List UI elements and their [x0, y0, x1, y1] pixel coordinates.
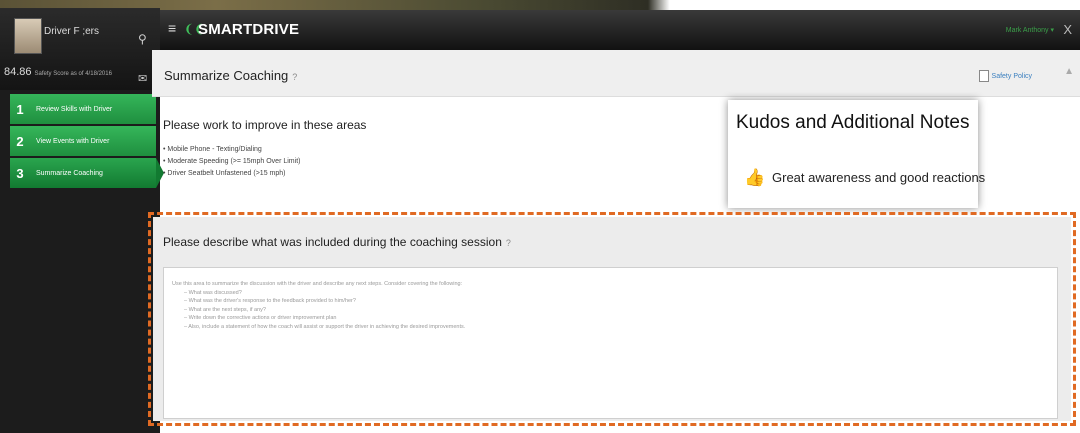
kudos-callout: Kudos and Additional Notes 👍 Great aware…: [728, 100, 985, 208]
mail-icon[interactable]: ✉: [138, 72, 147, 85]
step-label: Summarize Coaching: [36, 169, 103, 177]
score-note: Safety Score as of 4/18/2016: [34, 71, 112, 77]
close-icon[interactable]: X: [1063, 22, 1072, 37]
improvement-areas: Please work to improve in these areas • …: [163, 118, 366, 180]
user-menu-link[interactable]: Mark Anthony ▾: [1006, 26, 1054, 34]
safety-policy-link[interactable]: Safety Policy: [978, 70, 1032, 82]
kudos-note: Great awareness and good reactions: [772, 170, 986, 185]
page-title-text: Summarize Coaching: [164, 68, 289, 83]
pin-icon[interactable]: ⚲: [138, 32, 147, 46]
page-header: Summarize Coaching? Safety Policy ▲: [152, 50, 1080, 97]
smartdrive-logo: SMARTDRIVE: [198, 21, 300, 38]
hamburger-menu-icon[interactable]: ≡: [168, 20, 176, 36]
page-title: Summarize Coaching?: [164, 68, 297, 83]
help-icon[interactable]: ?: [292, 72, 297, 82]
highlight-dashed-box: [148, 212, 1076, 426]
document-icon: [978, 70, 989, 82]
driver-name: Driver F ;ers: [44, 26, 99, 37]
driver-avatar: [14, 18, 42, 54]
safety-policy-label: Safety Policy: [991, 72, 1032, 80]
step-number: 1: [16, 101, 24, 117]
step-label: Review Skills with Driver: [36, 105, 113, 113]
kudos-title: Kudos and Additional Notes: [736, 112, 970, 133]
improvement-title: Please work to improve in these areas: [163, 118, 367, 132]
step-label: View Events with Driver: [36, 137, 110, 145]
score-value: 84.86: [4, 66, 32, 78]
step-view-events[interactable]: 2 View Events with Driver: [10, 126, 156, 156]
improvement-item: • Moderate Speeding (>= 15mph Over Limit…: [163, 158, 301, 165]
thumbs-up-icon: 👍: [744, 168, 766, 187]
improvement-item: • Mobile Phone - Texting/Dialing: [163, 146, 262, 153]
driver-profile: Driver F ;ers 84.86 Safety Score as of 4/…: [0, 8, 160, 90]
step-review-skills[interactable]: 1 Review Skills with Driver: [10, 94, 156, 124]
step-number: 3: [16, 165, 24, 181]
coaching-steps: 1 Review Skills with Driver 2 View Event…: [10, 94, 164, 190]
driver-score: 84.86 Safety Score as of 4/18/2016: [4, 66, 112, 78]
step-number: 2: [16, 133, 24, 149]
scroll-up-icon[interactable]: ▲: [1064, 66, 1074, 77]
improvement-item: • Driver Seatbelt Unfastened (>15 mph): [163, 170, 286, 177]
step-summarize-coaching[interactable]: 3 Summarize Coaching: [10, 158, 164, 188]
top-bar: ≡ ❨❨ SMARTDRIVE Mark Anthony ▾ X: [160, 10, 1080, 50]
